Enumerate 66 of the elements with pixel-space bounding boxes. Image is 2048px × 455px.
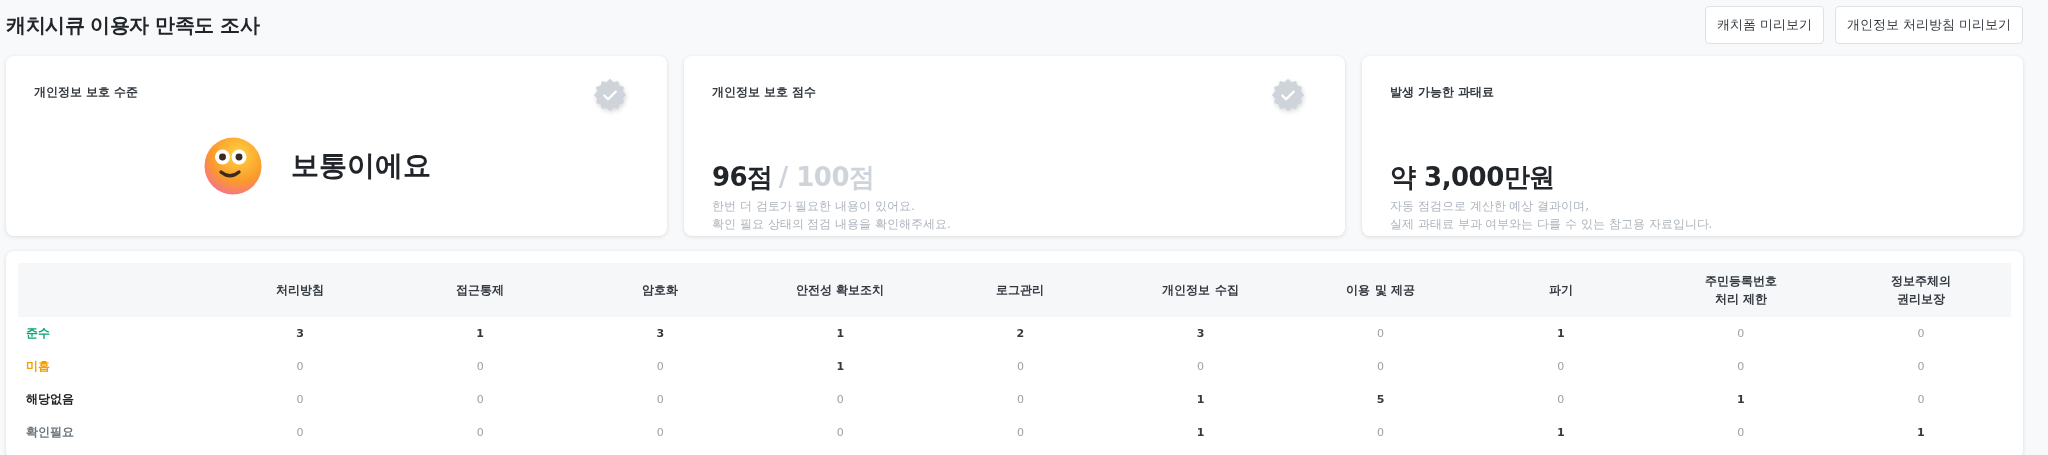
table-cell-text: 0 — [1376, 425, 1386, 441]
fine-amount: 약 3,000만원 — [1390, 162, 1555, 192]
table-cell-text: 0 — [655, 392, 665, 408]
table-cell-text: 0 — [295, 359, 305, 375]
row-label: 해당없음 — [25, 391, 75, 408]
table-cell-text: 0 — [1015, 425, 1025, 441]
card-title: 개인정보 보호 점수 — [712, 84, 817, 101]
table-cell-text: 0 — [475, 425, 485, 441]
table-cell-text: 0 — [295, 425, 305, 441]
score-value: 96점 — [712, 162, 773, 192]
table-cell-text: 0 — [1916, 392, 1926, 408]
page-title: 캐치시큐 이용자 만족도 조사 — [6, 11, 260, 39]
table-cell: 0 — [1290, 317, 1471, 350]
column-header: 처리방침 — [210, 263, 391, 317]
table-cell-text: 0 — [1556, 392, 1566, 408]
column-header: 안전성 확보조치 — [750, 263, 931, 317]
column-header: 주민등록번호 처리 제한 — [1650, 263, 1831, 317]
table-cell-text: 5 — [1375, 392, 1386, 408]
table-cell: 1 — [1470, 317, 1651, 350]
table-cell-text: 0 — [1736, 425, 1746, 441]
table-cell-text: 0 — [1916, 359, 1926, 375]
card-title: 개인정보 보호 수준 — [34, 84, 139, 101]
column-header: 이용 및 제공 — [1290, 263, 1471, 317]
table-cell: 3 — [570, 317, 751, 350]
table-cell: 0 — [1650, 317, 1831, 350]
table-cell-text: 1 — [1735, 392, 1746, 408]
table-cell-text: 0 — [1196, 359, 1205, 375]
table-cell-text: 0 — [655, 359, 665, 375]
card-title: 발생 가능한 과태료 — [1390, 84, 1495, 101]
preview-button[interactable]: 개인정보 처리방침 미리보기 — [1834, 6, 2023, 44]
column-header: 접근통제 — [390, 263, 571, 317]
table-cell-text: 0 — [1376, 359, 1386, 375]
column-header: 로그관리 — [930, 263, 1111, 317]
card-note: 자동 점검으로 계산한 예상 결과이며, 실제 과태료 부과 여부와는 다를 수 있는 참고용 자료입니다. — [1390, 198, 1714, 233]
column-header: 개인정보 수집 — [1110, 263, 1291, 317]
table-cell-text: 0 — [295, 392, 305, 408]
table-cell-text: 1 — [1195, 425, 1206, 441]
table-cell-text: 1 — [1916, 425, 1926, 441]
card-note: 한번 더 검토가 필요한 내용이 있어요. 확인 필요 상태의 점검 내용을 확인해주세요. — [712, 198, 952, 233]
table-cell: 2 — [930, 317, 1111, 350]
table-cell-text: 0 — [1015, 359, 1025, 375]
table-cell-text: 0 — [655, 425, 665, 441]
preview-button[interactable]: 캐치폼 미리보기 — [1704, 6, 1824, 44]
table-cell-text: 0 — [475, 392, 485, 408]
table-cell: 3 — [1110, 317, 1291, 350]
table-cell-text: 0 — [1556, 359, 1566, 375]
table-cell-text: 0 — [1015, 392, 1025, 408]
table-cell-text: 1 — [1555, 425, 1566, 441]
table-cell-text: 0 — [835, 392, 845, 408]
table-cell: 3 — [210, 317, 391, 350]
row-label: 미흡 — [25, 358, 51, 375]
row-label: 준수 — [18, 317, 210, 350]
table-cell-text: 1 — [835, 359, 846, 375]
table-cell: 0 — [1830, 317, 2011, 350]
level-value: 보통이에요 — [290, 148, 431, 184]
column-header: 정보주체의 권리보장 — [1830, 263, 2011, 317]
column-header: 암호화 — [570, 263, 751, 317]
table-cell-text: 0 — [1736, 359, 1746, 375]
row-label: 확인필요 — [25, 424, 75, 441]
column-header: 파기 — [1470, 263, 1651, 317]
table-cell-text: 0 — [475, 359, 485, 375]
table-cell: 1 — [750, 317, 931, 350]
table-cell-text: 0 — [835, 425, 845, 441]
table-cell: 1 — [390, 317, 571, 350]
table-cell-text: 1 — [1195, 392, 1206, 408]
smiley-icon — [202, 136, 263, 196]
